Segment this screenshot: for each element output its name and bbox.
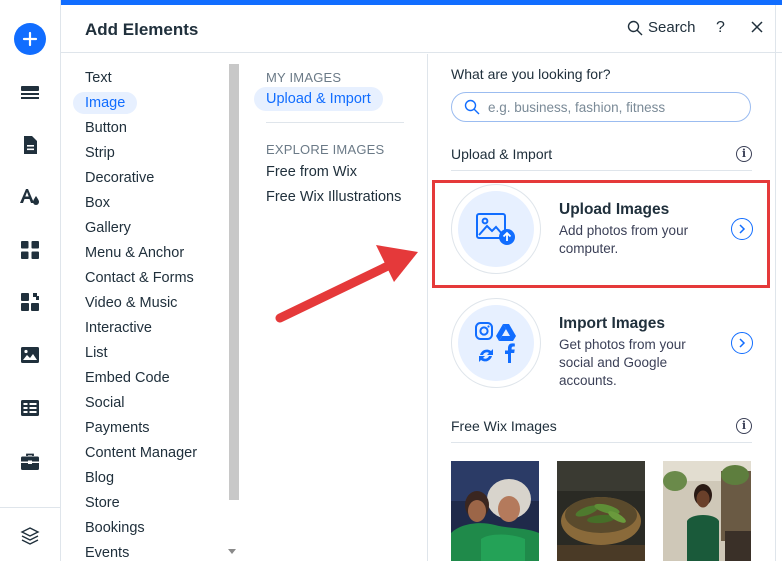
layers-icon — [20, 527, 40, 545]
scroll-down-arrow-icon[interactable] — [228, 549, 236, 554]
category-item-box[interactable]: Box — [73, 192, 122, 214]
pages-button[interactable] — [10, 125, 50, 165]
add-elements-button[interactable] — [10, 19, 50, 59]
category-list: Text Image Button Strip Decorative Box G… — [61, 54, 241, 561]
search-icon — [627, 20, 643, 35]
category-scrollbar-thumb[interactable] — [229, 64, 239, 500]
category-item-events[interactable]: Events — [73, 542, 141, 561]
category-item-embed-code[interactable]: Embed Code — [73, 367, 182, 389]
subcategory-upload-import[interactable]: Upload & Import — [254, 87, 383, 111]
category-item-interactive[interactable]: Interactive — [73, 317, 164, 339]
image-search-input[interactable] — [488, 99, 728, 115]
category-item-video-music[interactable]: Video & Music — [73, 292, 189, 314]
category-item-blog[interactable]: Blog — [73, 467, 126, 489]
portfolio-button[interactable] — [10, 442, 50, 482]
sections-icon — [21, 86, 39, 99]
free-images-divider — [451, 442, 752, 443]
subcategory-list: MY IMAGES Upload & Import EXPLORE IMAGES… — [242, 54, 428, 561]
sections-button[interactable] — [10, 73, 50, 113]
help-button[interactable]: ? — [716, 19, 725, 37]
pages-icon — [24, 136, 37, 154]
import-images-card[interactable]: Import Images Get photos from your socia… — [451, 298, 755, 388]
people-photo-icon — [451, 461, 539, 561]
subcategory-divider — [266, 122, 404, 123]
my-images-heading: MY IMAGES — [266, 70, 342, 85]
upload-info-icon[interactable]: i — [736, 146, 752, 162]
category-item-text[interactable]: Text — [73, 67, 124, 89]
free-image-thumb-2[interactable] — [557, 461, 645, 561]
close-icon — [751, 21, 763, 33]
category-item-strip[interactable]: Strip — [73, 142, 127, 164]
image-search-box[interactable] — [451, 92, 751, 122]
cms-icon — [21, 400, 39, 416]
food-photo-icon — [557, 461, 645, 561]
category-item-bookings[interactable]: Bookings — [73, 517, 157, 539]
header-search-label: Search — [648, 19, 696, 36]
category-item-contact-forms[interactable]: Contact & Forms — [73, 267, 206, 289]
category-item-image[interactable]: Image — [73, 92, 138, 114]
upload-section-divider — [451, 170, 752, 171]
panel-right-edge — [775, 5, 782, 561]
layers-button[interactable] — [10, 516, 50, 556]
category-item-social[interactable]: Social — [73, 392, 137, 414]
add-icon — [14, 23, 46, 55]
import-images-title: Import Images — [559, 315, 665, 332]
panel-title: Add Elements — [85, 20, 199, 39]
apps-button[interactable] — [10, 230, 50, 270]
theme-button[interactable] — [10, 177, 50, 217]
free-images-info-icon[interactable]: i — [736, 418, 752, 434]
chevron-right-icon — [739, 338, 746, 348]
import-images-thumb — [451, 298, 541, 388]
search-question-label: What are you looking for? — [451, 66, 611, 82]
media-icon — [21, 347, 39, 363]
free-image-thumb-1[interactable] — [451, 461, 539, 561]
content-area: What are you looking for? Upload & Impor… — [429, 54, 775, 561]
category-item-list[interactable]: List — [73, 342, 120, 364]
explore-images-heading: EXPLORE IMAGES — [266, 142, 385, 157]
upload-section-title: Upload & Import — [451, 146, 553, 162]
upload-card-highlight — [432, 180, 770, 288]
portfolio-icon — [21, 453, 39, 470]
cms-button[interactable] — [10, 388, 50, 428]
import-images-arrow-button[interactable] — [731, 332, 753, 354]
social-import-icon — [475, 322, 516, 363]
category-item-content-manager[interactable]: Content Manager — [73, 442, 209, 464]
category-item-menu-anchor[interactable]: Menu & Anchor — [73, 242, 196, 264]
media-button[interactable] — [10, 335, 50, 375]
left-toolbar — [0, 0, 61, 561]
header-search-button[interactable]: Search — [627, 19, 696, 36]
subcategory-free-from-wix[interactable]: Free from Wix — [254, 160, 369, 184]
free-image-thumb-3[interactable] — [663, 461, 751, 561]
business-icon — [21, 293, 39, 311]
free-images-thumbnails — [451, 461, 752, 561]
category-item-decorative[interactable]: Decorative — [73, 167, 166, 189]
theme-icon — [20, 189, 39, 205]
category-item-payments[interactable]: Payments — [73, 417, 161, 439]
toolbar-divider — [0, 507, 61, 508]
import-images-description: Get photos from your social and Google a… — [559, 337, 686, 388]
category-item-store[interactable]: Store — [73, 492, 132, 514]
search-icon — [464, 99, 480, 115]
office-photo-icon — [663, 461, 751, 561]
apps-icon — [21, 241, 39, 259]
category-item-button[interactable]: Button — [73, 117, 139, 139]
category-item-gallery[interactable]: Gallery — [73, 217, 143, 239]
free-images-section-title: Free Wix Images — [451, 418, 557, 434]
business-apps-button[interactable] — [10, 282, 50, 322]
panel-header: Add Elements Search ? — [61, 5, 782, 53]
subcategory-free-wix-illustrations[interactable]: Free Wix Illustrations — [254, 185, 413, 209]
close-button[interactable] — [747, 17, 767, 37]
